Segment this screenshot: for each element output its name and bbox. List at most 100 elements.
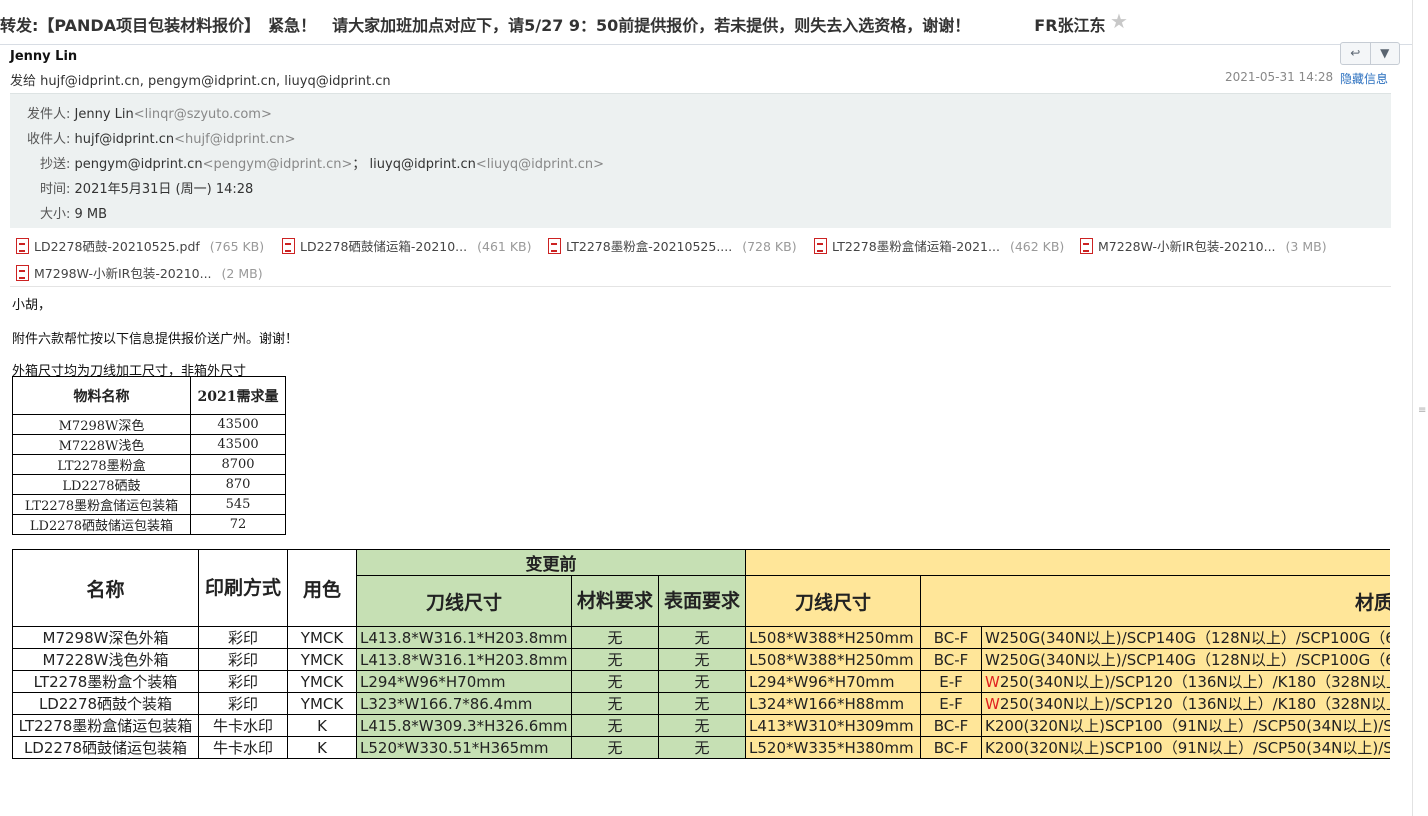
attachment-size: (2 MB) [221,266,263,281]
demand-table: 物料名称 2021需求量 M7298W深色 43500 M7228W浅色 43500… [12,376,286,535]
splitter-grip-icon[interactable]: ≡ [1418,405,1426,416]
header-print: 印刷方式 [198,549,288,627]
table-row: LT2278墨粉盒个装箱 彩印 YMCK L294*W96*H70mm 无 无 … [12,670,1390,693]
attachment-item[interactable]: M7228W-小新IR包装-20210... (3 MB) [1080,236,1327,255]
attachment-size: (461 KB) [477,239,532,254]
attachment-item[interactable]: LT2278墨粉盒-20210525.... (728 KB) [548,236,797,255]
reply-button-group[interactable]: ↩ ▼ [1340,42,1400,65]
cell: K [287,714,357,737]
table-header-row: 名称 印刷方式 用色 变更前 [12,549,1390,627]
cell: L413.8*W316.1*H203.8mm [356,648,572,671]
greeting: 小胡， [12,298,52,313]
cell: K200(320N以上)SCP100（91N以上）/SCP50(34N以上)/S… [981,714,1390,737]
header-before: 变更前 [355,549,747,577]
cell: 彩印 [198,670,288,693]
cell: L415.8*W309.3*H326.6mm [356,714,572,737]
spec-table: 名称 印刷方式 用色 变更前 刀线尺寸 材料要求 表面要求 刀线尺寸 材质要 M… [12,549,1390,759]
attachment-item[interactable]: LT2278墨粉盒储运箱-2021... (462 KB) [814,236,1064,255]
cell: 无 [571,648,659,671]
cell: L520*W330.51*H365mm [356,736,572,759]
cell: L508*W388*H250mm [745,648,922,671]
table-header: 物料名称 [12,376,191,415]
cell-text: 250(340N以上)/SCP120（136N以上）/K180（328N以上 [999,673,1390,691]
detail-label: 时间: [40,182,71,197]
table-header-row: 物料名称 2021需求量 [12,376,286,415]
table-row: LT2278墨粉盒 8700 [12,454,286,475]
cell: L413*W310*H309mm [745,714,922,737]
cell: BC-F [920,736,983,759]
from-name[interactable]: Jenny Lin [75,107,134,122]
detail-label: 收件人: [27,132,71,147]
table-row: M7298W深色外箱 彩印 YMCK L413.8*W316.1*H203.8m… [12,626,1390,649]
chevron-down-icon[interactable]: ▼ [1371,43,1400,64]
cell: 牛卡水印 [198,714,288,737]
attachment-name[interactable]: LT2278墨粉盒储运箱-2021... [832,239,1000,254]
table-row: LD2278硒鼓个装箱 彩印 YMCK L323*W166.7*86.4mm 无… [12,692,1390,715]
attachment-item[interactable]: LD2278硒鼓-20210525.pdf (765 KB) [16,236,264,255]
attachment-name[interactable]: M7228W-小新IR包装-20210... [1098,239,1276,254]
hide-info-link[interactable]: 隐藏信息 [1340,70,1388,87]
cc-separator: ； [352,157,366,172]
cell: YMCK [287,670,357,693]
attachment-list: LD2278硒鼓-20210525.pdf (765 KB) LD2278硒鼓储运… [10,228,1391,287]
table-row: M7228W浅色 43500 [12,434,286,455]
detail-cc: 抄送: pengym@idprint.cn<pengym@idprint.cn>… [40,153,604,172]
table-row: LD2278硒鼓 870 [12,474,286,495]
cc1-name[interactable]: pengym@idprint.cn [75,157,203,172]
time-value: 2021年5月31日 (周一) 14:28 [74,182,254,197]
cell: YMCK [287,626,357,649]
recipients-line: 发给 hujf@idprint.cn, pengym@idprint.cn, l… [10,74,391,89]
cell: L508*W388*H250mm [745,626,922,649]
cell: LT2278墨粉盒个装箱 [12,670,199,693]
cell: YMCK [287,648,357,671]
attachment-item[interactable]: M7298W-小新IR包装-20210... (2 MB) [16,263,263,282]
cell: E-F [920,670,983,693]
cell-text: 250(340N以上)/SCP120（136N以上）/K180（328N以上 [999,695,1390,713]
body-line-1: 附件六款帮忙按以下信息提供报价送广州。谢谢！ [12,332,299,347]
cell: BC-F [920,714,983,737]
cell: LD2278硒鼓储运包装箱 [12,514,191,535]
detail-size: 大小: 9 MB [40,203,107,222]
table-row: LD2278硒鼓储运包装箱 72 [12,514,286,535]
header-color: 用色 [287,549,357,627]
reply-icon[interactable]: ↩ [1341,43,1371,64]
cell: 牛卡水印 [198,736,288,759]
from-email: <linqr@szyuto.com> [133,107,272,122]
cell: M7228W浅色 [12,434,191,455]
detail-label: 大小: [40,207,71,222]
cell: M7298W深色 [12,414,191,435]
cell: 彩印 [198,648,288,671]
attachment-name[interactable]: M7298W-小新IR包装-20210... [34,266,212,281]
header-after [745,549,1390,577]
star-icon[interactable]: ★ [1110,9,1128,33]
cell-text: W250G(340N以上)/SCP140G（128N以上）/SCP100G（60… [985,629,1390,647]
cell: LT2278墨粉盒 [12,454,191,475]
cell: 72 [190,514,286,535]
cell: W250(340N以上)/SCP120（136N以上）/K180（328N以上 [981,670,1390,693]
detail-time: 时间: 2021年5月31日 (周一) 14:28 [40,178,253,197]
cell: 无 [571,736,659,759]
cell: BC-F [920,626,983,649]
attachment-name[interactable]: LD2278硒鼓储运箱-20210... [300,239,467,254]
pdf-icon [16,238,29,254]
attachment-size: (765 KB) [209,239,265,254]
table-row: LT2278墨粉盒储运包装箱 545 [12,494,286,515]
table-row: M7228W浅色外箱 彩印 YMCK L413.8*W316.1*H203.8m… [12,648,1390,671]
cc2-name[interactable]: liuyq@idprint.cn [370,157,476,172]
header-material-req: 材料要求 [571,575,659,627]
cc2-email: <liuyq@idprint.cn> [475,157,604,172]
size-value: 9 MB [74,207,108,222]
attachment-name[interactable]: LT2278墨粉盒-20210525.... [566,239,732,254]
subject-bar: 转发:【PANDA项目包装材料报价】 紧急！ 请大家加班加点对应下，请5/27 … [0,0,1428,45]
cell: 43500 [190,434,286,455]
cell-prefix: W [985,673,1000,691]
cell: 无 [571,670,659,693]
to-name[interactable]: hujf@idprint.cn [75,132,175,147]
attachment-name[interactable]: LD2278硒鼓-20210525.pdf [34,239,200,254]
email-date: 2021-05-31 14:28 [1225,70,1334,84]
cell: 无 [657,736,747,759]
cell-text: W250G(340N以上)/SCP140G（128N以上）/SCP100G（60… [985,651,1390,669]
cell: 870 [190,474,286,495]
attachment-item[interactable]: LD2278硒鼓储运箱-20210... (461 KB) [282,236,531,255]
cell: 无 [657,692,747,715]
